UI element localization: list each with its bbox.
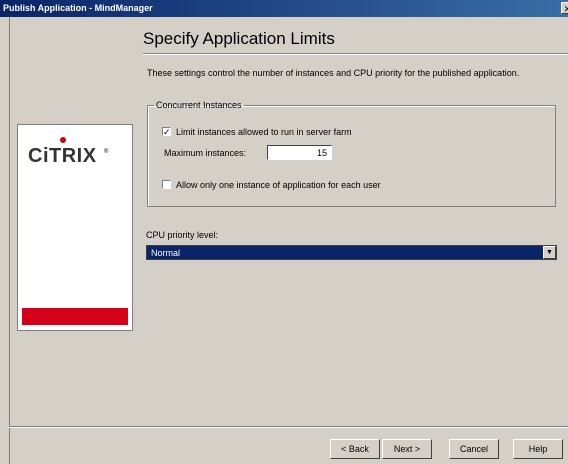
cpu-priority-select[interactable]: Normal ▼ (146, 245, 557, 260)
one-instance-per-user-checkbox[interactable] (162, 180, 171, 189)
cpu-priority-label: CPU priority level: (146, 230, 219, 240)
logo-trademark: ® (104, 149, 109, 155)
heading-divider (143, 53, 568, 55)
limit-instances-label[interactable]: Limit instances allowed to run in server… (176, 127, 352, 137)
title-bar: Publish Application - MindManager ✕ (0, 0, 568, 17)
max-instances-input[interactable]: 15 (267, 145, 332, 160)
help-button[interactable]: Help (513, 439, 563, 459)
footer-divider (9, 426, 568, 428)
concurrent-instances-legend: Concurrent Instances (156, 100, 242, 110)
window-title: Publish Application - MindManager (3, 3, 153, 13)
next-button[interactable]: Next > (382, 439, 432, 459)
citrix-logo-panel: CiTRIX ® (17, 124, 133, 331)
max-instances-label: Maximum instances: (164, 148, 247, 158)
logo-red-bar (22, 308, 128, 325)
back-button[interactable]: < Back (330, 439, 380, 459)
close-icon[interactable]: ✕ (561, 2, 568, 14)
page-title: Specify Application Limits (143, 29, 335, 48)
cancel-button[interactable]: Cancel (449, 439, 499, 459)
cpu-priority-value: Normal (151, 248, 181, 258)
limit-instances-checkbox[interactable]: ✓ (162, 127, 171, 137)
citrix-logo-text: CiTRIX (28, 145, 97, 167)
page-description: These settings control the number of ins… (147, 68, 520, 78)
one-instance-per-user-label[interactable]: Allow only one instance of application f… (176, 180, 381, 190)
chevron-down-icon[interactable]: ▼ (543, 246, 556, 259)
logo-dot (60, 137, 66, 143)
